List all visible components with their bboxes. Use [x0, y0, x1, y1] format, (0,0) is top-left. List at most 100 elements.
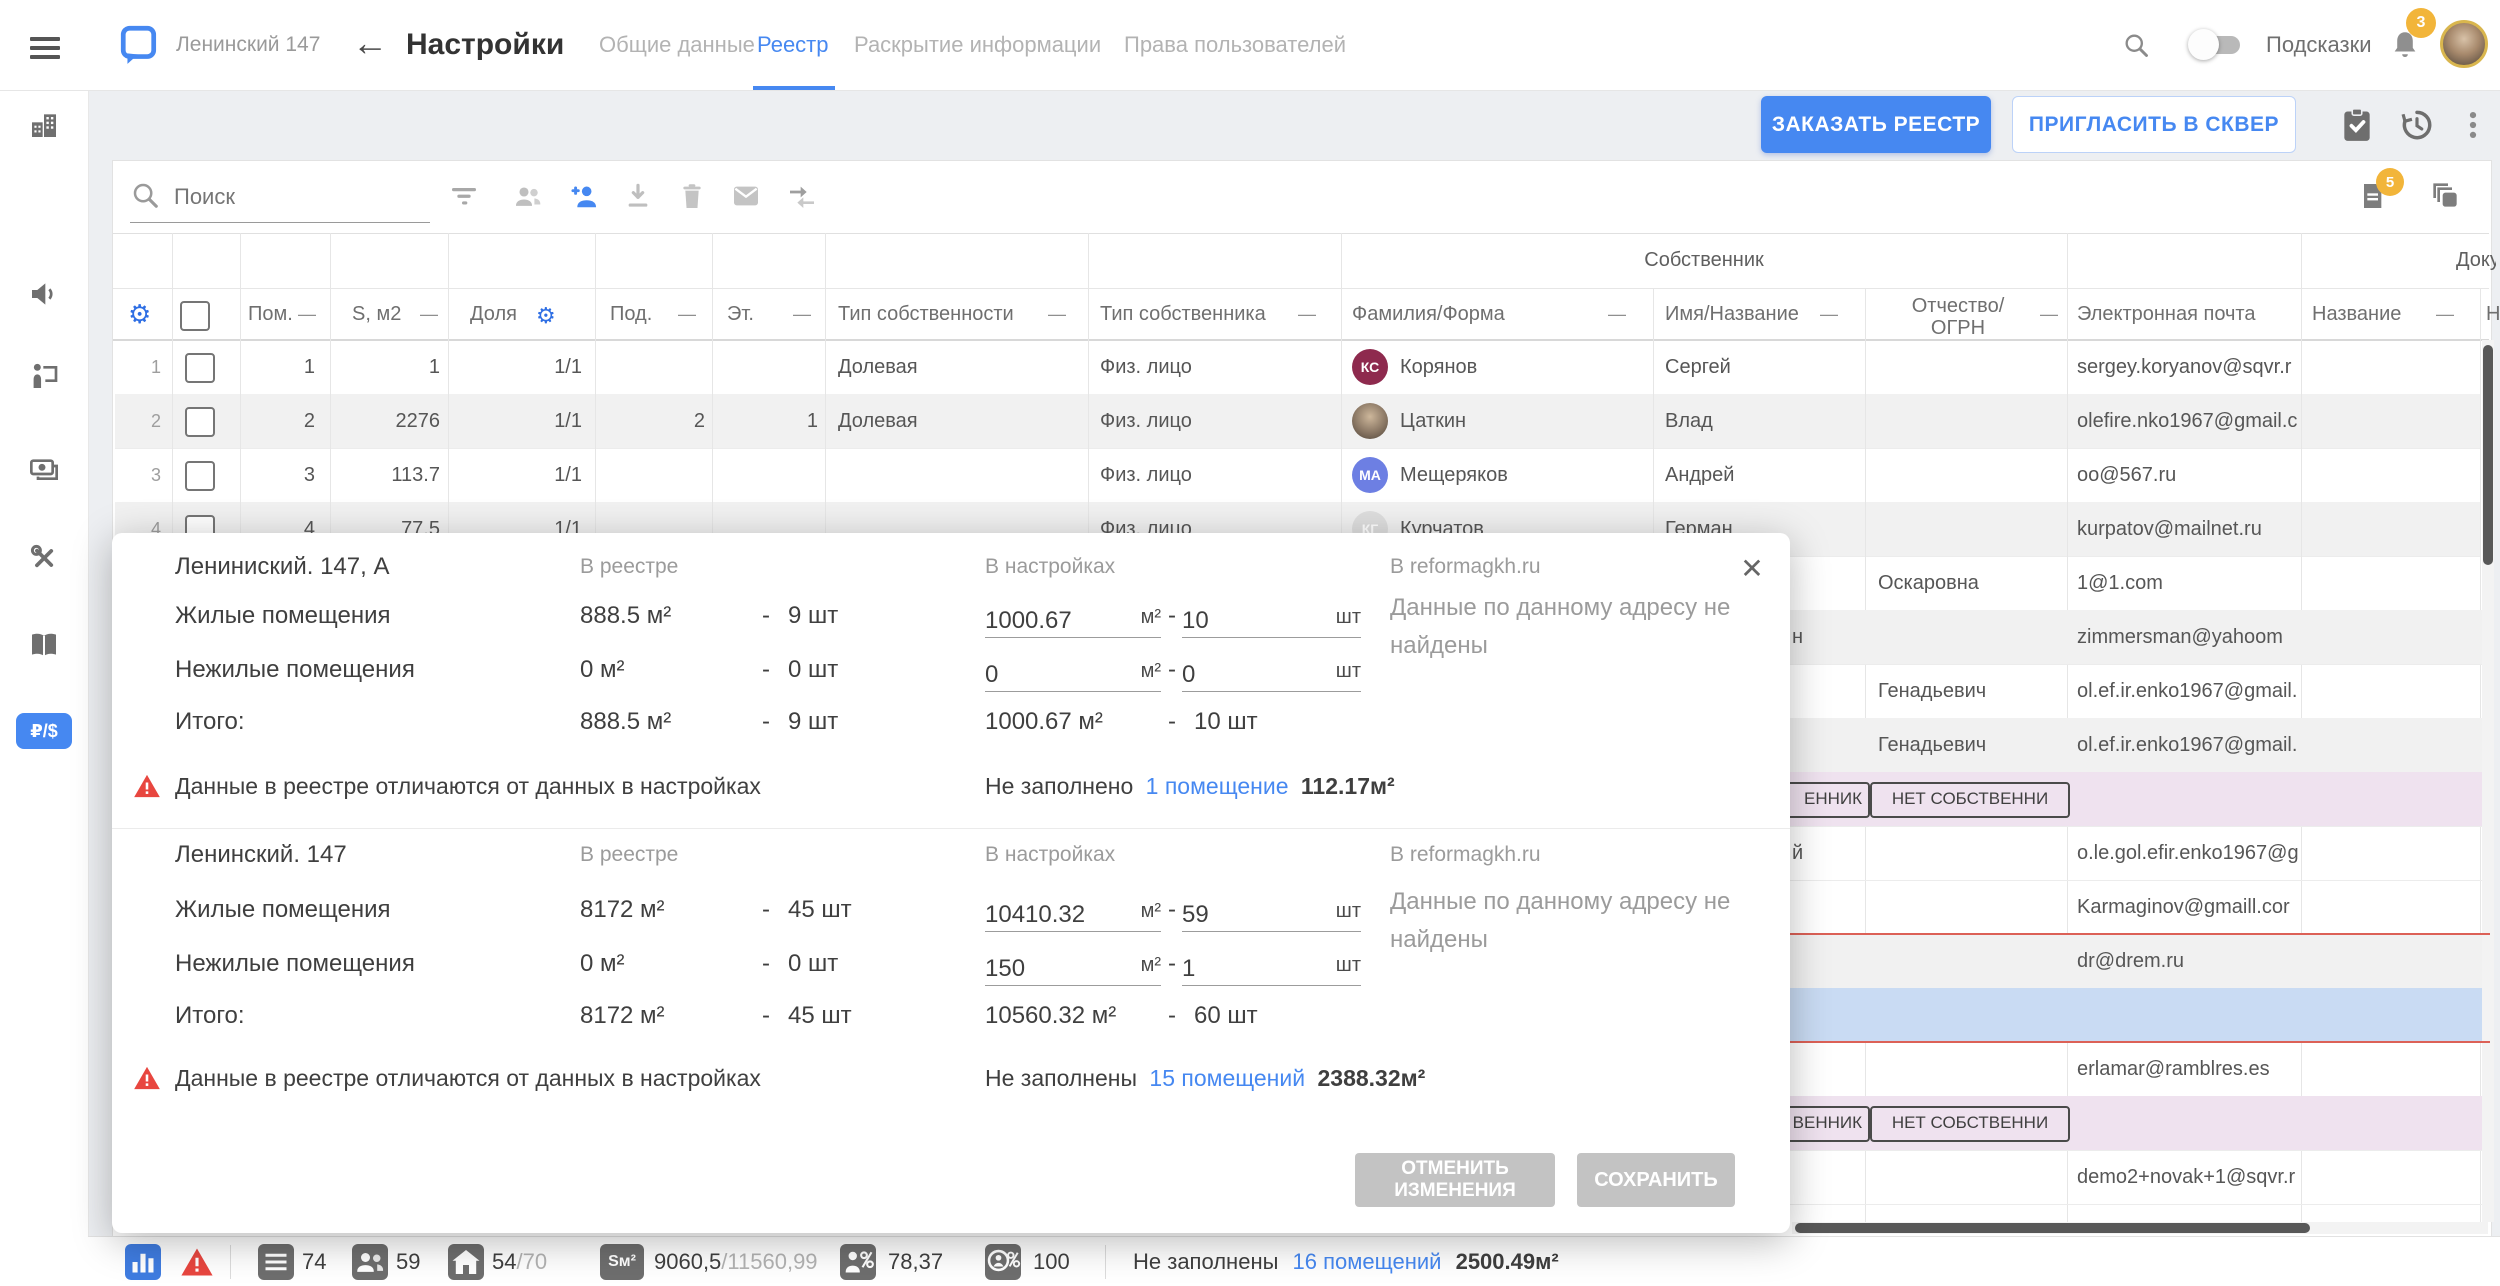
- save-button[interactable]: СОХРАНИТЬ: [1577, 1153, 1735, 1207]
- filter-icon[interactable]: [448, 180, 480, 212]
- tasks-clipboard-icon[interactable]: [2338, 106, 2376, 144]
- table-row-partial[interactable]: н zimmersman@yahoom: [1790, 610, 2482, 665]
- vertical-scrollbar-thumb[interactable]: [2483, 345, 2493, 565]
- building-name[interactable]: Ленинский 147: [176, 0, 320, 90]
- tab-user-rights[interactable]: Права пользователей: [1124, 0, 1346, 90]
- settings-area-input[interactable]: [985, 657, 1115, 693]
- owner-avatar[interactable]: КС: [1352, 349, 1388, 385]
- copy-layers-icon[interactable]: [2430, 180, 2462, 212]
- download-icon[interactable]: [622, 180, 654, 212]
- col-header-doc-name[interactable]: Название: [2312, 288, 2401, 340]
- table-settings-gear-icon[interactable]: ⚙: [128, 288, 151, 340]
- order-registry-button[interactable]: ЗАКАЗАТЬ РЕЕСТР: [1761, 96, 1991, 153]
- col-header-share[interactable]: Доля: [470, 288, 517, 340]
- col-sort-pom[interactable]: —: [298, 288, 316, 340]
- select-all-checkbox[interactable]: [180, 301, 210, 331]
- cancel-changes-button[interactable]: ОТМЕНИТЬ ИЗМЕНЕНИЯ: [1355, 1153, 1555, 1207]
- col-sort-doc-name[interactable]: —: [2436, 288, 2454, 340]
- table-row[interactable]: 2 2 2276 1/1 2 1 Долевая Физ. лицо Цатки…: [115, 394, 2480, 449]
- table-row-no-owner[interactable]: ВЕННИК НЕТ СОБСТВЕННИ: [1790, 1096, 2482, 1151]
- col-header-owner-type[interactable]: Тип собственника: [1100, 288, 1266, 340]
- table-row-partial[interactable]: Оскаровна 1@1.com: [1790, 556, 2482, 611]
- merge-arrows-icon[interactable]: [786, 180, 818, 212]
- table-row-partial[interactable]: й o.le.gol.efir.enko1967@g: [1790, 826, 2482, 881]
- col-header-ownership-type[interactable]: Тип собственности: [838, 288, 1014, 340]
- unfilled-rooms-link[interactable]: 15 помещений: [1149, 1065, 1305, 1091]
- sidebar-directory-icon[interactable]: [28, 628, 60, 660]
- settings-count-input[interactable]: [1182, 603, 1312, 639]
- col-header-floor[interactable]: Эт.: [727, 288, 754, 340]
- sidebar-currency-icon[interactable]: ₽/$: [16, 713, 72, 749]
- settings-count-input[interactable]: [1182, 951, 1312, 987]
- table-search-input[interactable]: [172, 178, 432, 216]
- sidebar-buildings-icon[interactable]: [28, 109, 60, 141]
- col-header-area[interactable]: S, м2: [352, 288, 401, 340]
- owner-avatar[interactable]: МА: [1352, 457, 1388, 493]
- group-people-icon[interactable]: [512, 180, 544, 212]
- col-sort-name[interactable]: —: [1820, 288, 1838, 340]
- table-row-partial[interactable]: Генадьевич ol.ef.ir.enko1967@gmail.: [1790, 664, 2482, 719]
- unfilled-rooms-link[interactable]: 1 помещение: [1146, 773, 1289, 799]
- sidebar-meetings-icon[interactable]: [28, 360, 60, 392]
- cell-patronymic: Генадьевич: [1878, 718, 1986, 772]
- status-warning-icon[interactable]: [180, 1245, 214, 1279]
- sidebar-tools-icon[interactable]: [28, 542, 60, 574]
- table-row-no-owner[interactable]: ЕННИК НЕТ СОБСТВЕННИ: [1790, 772, 2482, 827]
- table-row[interactable]: 1 1 1 1/1 Долевая Физ. лицо КС Корянов С…: [115, 340, 2480, 395]
- cell-owner-type: Физ. лицо: [1100, 394, 1192, 448]
- col-header-email[interactable]: Электронная почта: [2077, 288, 2255, 340]
- toggle-knob[interactable]: [2188, 29, 2219, 60]
- settings-count-input[interactable]: [1182, 657, 1312, 693]
- add-person-icon[interactable]: [568, 180, 600, 212]
- col-header-pom[interactable]: Пом.: [248, 288, 293, 340]
- tab-general[interactable]: Общие данные: [599, 0, 755, 90]
- table-row-partial[interactable]: Karmaginov@gmaill.cor: [1790, 880, 2482, 935]
- settings-area-input[interactable]: [985, 951, 1115, 987]
- hamburger-menu-icon[interactable]: [30, 32, 60, 64]
- registry-count: 9 шт: [788, 589, 838, 643]
- table-row-partial[interactable]: demo2+novak+1@sqvr.r: [1790, 1150, 2482, 1205]
- col-sort-area[interactable]: —: [420, 288, 438, 340]
- col-header-surname[interactable]: Фамилия/Форма: [1352, 288, 1505, 340]
- settings-area-input[interactable]: [985, 603, 1115, 639]
- table-row-selected[interactable]: [1790, 988, 2482, 1043]
- col-sort-owner-type[interactable]: —: [1298, 288, 1316, 340]
- app-logo-icon[interactable]: [118, 24, 160, 66]
- sidebar-announcements-icon[interactable]: [28, 278, 60, 310]
- mail-icon[interactable]: [730, 180, 762, 212]
- invite-button[interactable]: ПРИГЛАСИТЬ В СКВЕР: [2012, 96, 2296, 153]
- sidebar-payments-icon[interactable]: [28, 454, 60, 486]
- back-arrow-icon[interactable]: ←: [352, 0, 388, 90]
- settings-area-input[interactable]: [985, 897, 1115, 933]
- row-checkbox[interactable]: [185, 461, 215, 491]
- tab-registry[interactable]: Реестр: [757, 0, 829, 90]
- trash-icon[interactable]: [676, 180, 708, 212]
- col-sort-floor[interactable]: —: [793, 288, 811, 340]
- row-checkbox[interactable]: [185, 353, 215, 383]
- stats-chart-icon[interactable]: [125, 1244, 161, 1280]
- horizontal-scrollbar-thumb[interactable]: [1795, 1223, 2310, 1233]
- col-header-patronymic[interactable]: Отчество/ ОГРН: [1873, 295, 2043, 339]
- col-sort-patronymic[interactable]: —: [2040, 288, 2058, 340]
- kebab-menu-icon[interactable]: [2456, 108, 2490, 142]
- col-header-entrance[interactable]: Под.: [610, 288, 652, 340]
- table-row-partial[interactable]: Генадьевич ol.ef.ir.enko1967@gmail.: [1790, 718, 2482, 773]
- owner-avatar-photo[interactable]: [1352, 403, 1388, 439]
- history-icon[interactable]: [2398, 106, 2436, 144]
- table-row-partial[interactable]: erlamar@ramblres.es: [1790, 1042, 2482, 1097]
- cell-owner-type: Физ. лицо: [1100, 448, 1192, 502]
- table-row[interactable]: 3 3 113.7 1/1 Физ. лицо МА Мещеряков Анд…: [115, 448, 2480, 503]
- table-row-partial[interactable]: dr@drem.ru: [1790, 934, 2482, 989]
- col-sort-entrance[interactable]: —: [678, 288, 696, 340]
- col-header-name[interactable]: Имя/Название: [1665, 288, 1799, 340]
- statusbar-unfilled-link[interactable]: 16 помещений: [1293, 1249, 1442, 1274]
- hints-toggle[interactable]: [2192, 36, 2240, 54]
- settings-count-input[interactable]: [1182, 897, 1312, 933]
- share-settings-gear-icon[interactable]: ⚙: [536, 290, 556, 342]
- search-icon[interactable]: [2122, 31, 2150, 59]
- tab-disclosure[interactable]: Раскрытие информации: [854, 0, 1101, 90]
- col-sort-surname[interactable]: —: [1608, 288, 1626, 340]
- row-checkbox[interactable]: [185, 407, 215, 437]
- user-avatar[interactable]: [2440, 20, 2488, 68]
- col-sort-ownership-type[interactable]: —: [1048, 288, 1066, 340]
